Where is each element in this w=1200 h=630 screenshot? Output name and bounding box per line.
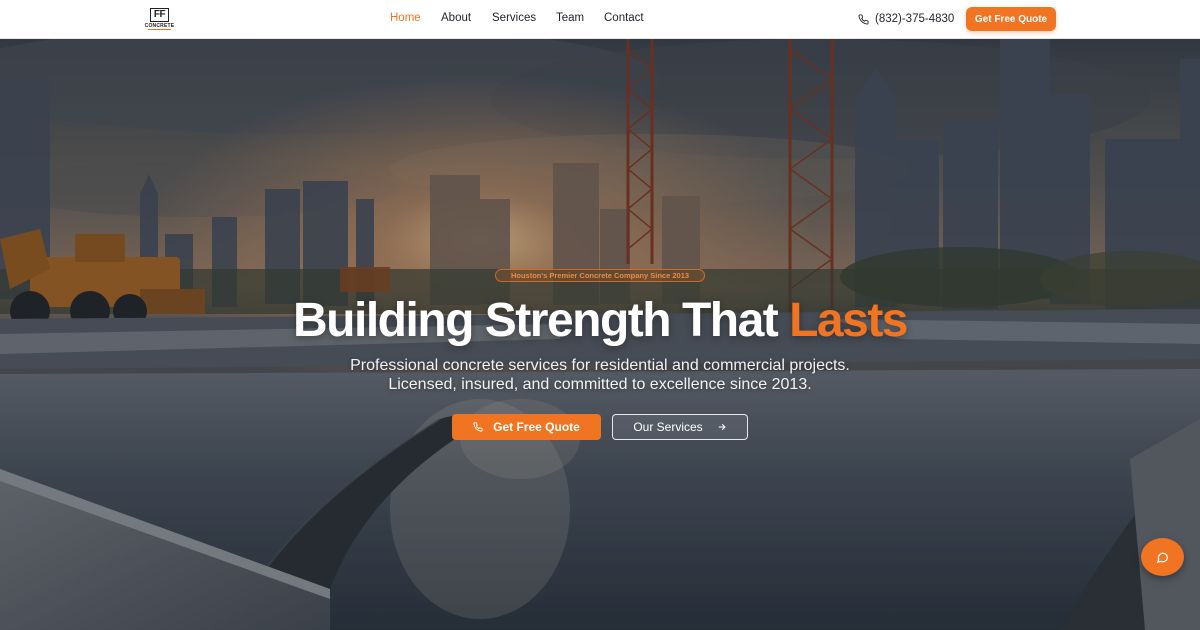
nav-item-contact[interactable]: Contact: [604, 12, 644, 24]
arrow-right-icon: [718, 424, 726, 430]
hero-get-quote-button[interactable]: Get Free Quote: [452, 414, 601, 440]
headline-accent: Lasts: [789, 294, 908, 347]
hero-our-services-button[interactable]: Our Services: [612, 414, 748, 440]
primary-button-label: Get Free Quote: [493, 420, 580, 434]
phone-icon: [473, 422, 483, 432]
nav-item-services[interactable]: Services: [492, 12, 536, 24]
hero-subline-2: Licensed, insured, and committed to exce…: [388, 376, 812, 393]
header-phone-link[interactable]: (832)-375-4830: [858, 11, 954, 27]
logo-underline: [148, 29, 171, 30]
hero-section: Houston's Premier Concrete Company Since…: [0, 39, 1200, 630]
phone-icon: [858, 13, 869, 24]
secondary-button-label: Our Services: [633, 420, 703, 434]
header-get-quote-button[interactable]: Get Free Quote: [966, 7, 1056, 31]
nav-item-home[interactable]: Home: [390, 12, 421, 24]
hero-headline: Building Strength That Lasts: [0, 293, 1200, 348]
headline-main: Building Strength That: [293, 294, 779, 347]
company-logo[interactable]: FF CONCRETE: [144, 7, 175, 31]
nav-item-about[interactable]: About: [441, 12, 471, 24]
logo-mark: FF: [150, 8, 169, 22]
chat-widget-button[interactable]: [1141, 538, 1184, 576]
phone-number: (832)-375-4830: [875, 13, 955, 25]
site-header: FF CONCRETE Home About Services Team Con…: [0, 0, 1200, 39]
chat-bubble-icon: [1157, 552, 1168, 563]
hero-badge: Houston's Premier Concrete Company Since…: [495, 269, 705, 282]
hero-subline-1: Professional concrete services for resid…: [350, 357, 850, 374]
nav-item-team[interactable]: Team: [556, 12, 584, 24]
